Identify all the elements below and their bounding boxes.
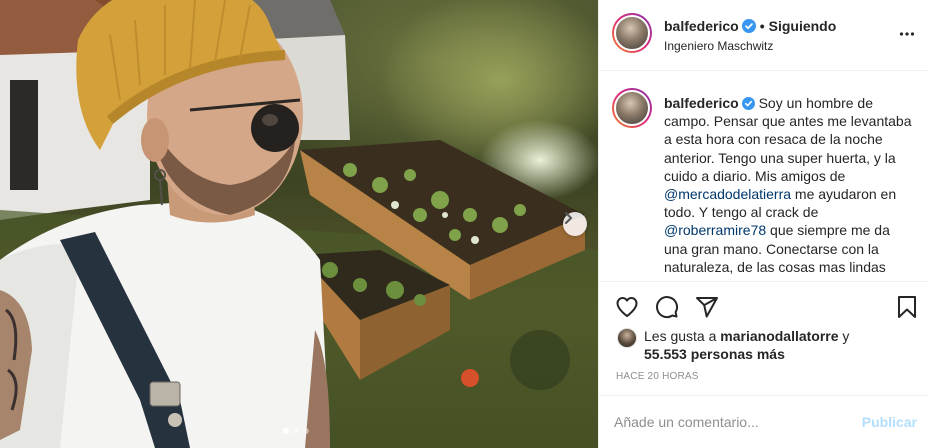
carousel-dot-3 [303, 428, 309, 434]
post-side-panel: balfederico • Siguiendo Ingeniero Maschw… [598, 0, 928, 448]
verified-badge-icon [741, 97, 755, 110]
mention-link[interactable]: @roberramire78 [664, 222, 766, 238]
comment-icon[interactable] [655, 295, 679, 319]
photo-illustration [0, 0, 598, 448]
action-bar [599, 281, 928, 331]
carousel-dot-1 [283, 428, 289, 434]
liker-avatar[interactable] [617, 328, 637, 348]
location-link[interactable]: Ingeniero Maschwitz [664, 39, 836, 53]
carousel-dot-2 [293, 428, 299, 434]
carousel-indicator [283, 428, 309, 434]
following-button[interactable]: Siguiendo [769, 18, 837, 34]
likes-prefix: Les gusta a [644, 328, 721, 344]
more-options-icon[interactable] [899, 26, 915, 42]
publish-button[interactable]: Publicar [862, 414, 917, 430]
caption-username[interactable]: balfederico [664, 95, 739, 111]
share-icon[interactable] [695, 295, 719, 319]
header-user-info: balfederico • Siguiendo Ingeniero Maschw… [664, 18, 836, 53]
mention-link[interactable]: @mercadodelatierra [664, 186, 791, 202]
liker-username[interactable]: marianodallatorre [720, 328, 838, 344]
separator-dot: • [759, 18, 765, 34]
chevron-right-icon [565, 212, 572, 224]
likes-connector: y [838, 328, 850, 344]
likes-count-button[interactable]: 55.553 personas más [644, 346, 785, 362]
avatar[interactable] [612, 13, 652, 53]
add-comment-form: Publicar [599, 395, 928, 448]
post-header: balfederico • Siguiendo Ingeniero Maschw… [599, 0, 928, 71]
comment-input[interactable] [614, 413, 844, 431]
header-username[interactable]: balfederico [664, 18, 739, 34]
heart-icon[interactable] [615, 295, 639, 319]
post-photo[interactable] [0, 0, 598, 448]
post-timestamp[interactable]: HACE 20 HORAS [616, 371, 699, 382]
caption-text: balfederico Soy un hombre de campo. Pens… [664, 94, 914, 276]
likes-text: Les gusta a marianodallatorre y 55.553 p… [644, 327, 904, 363]
bookmark-icon[interactable] [897, 295, 917, 319]
caption-avatar[interactable] [612, 88, 652, 128]
verified-badge-icon [741, 19, 756, 33]
comments-section[interactable]: balfederico Soy un hombre de campo. Pens… [599, 71, 928, 280]
carousel-next-button[interactable] [563, 212, 587, 236]
